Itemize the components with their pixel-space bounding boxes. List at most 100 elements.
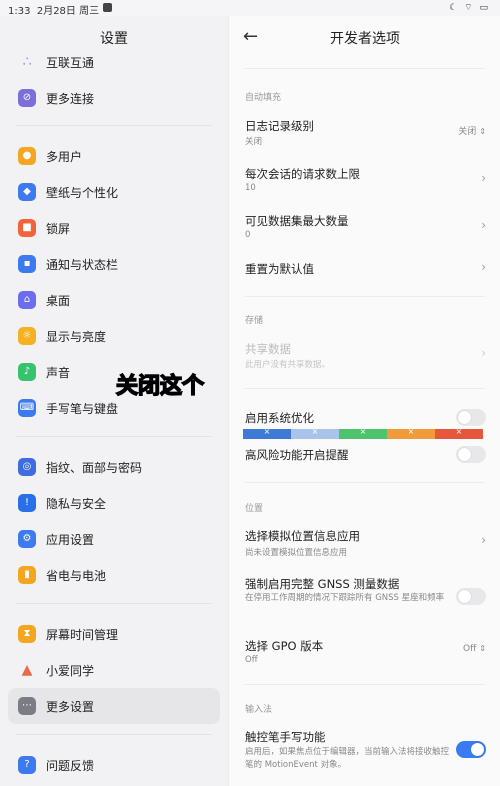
stylus-handwriting-toggle[interactable] xyxy=(456,741,486,758)
color-segment-3: × xyxy=(339,427,387,439)
sidebar-item-battery[interactable]: ▮ 省电与电池 xyxy=(8,557,220,593)
connect-icon: ∴ xyxy=(22,54,32,70)
system-optimization-toggle[interactable] xyxy=(456,409,486,426)
sidebar-item-wallpaper[interactable]: ◆ 壁纸与个性化 xyxy=(8,174,220,210)
sidebar-item-lockscreen[interactable]: ■ 锁屏 xyxy=(8,210,220,246)
sidebar-item-label: 声音 xyxy=(46,366,71,380)
more-icon: ⋯ xyxy=(18,697,36,715)
mock-location-subtitle: 尚未设置模拟位置信息应用 xyxy=(245,548,348,558)
sidebar-item-label: 壁纸与个性化 xyxy=(46,186,119,200)
gnss-subtitle: 在停用工作周期的情况下跟踪所有 GNSS 星座和频率 xyxy=(245,593,445,603)
close-mark-icon: × xyxy=(263,427,271,436)
stylus-handwriting-subtitle: 启用后，如果焦点位于编辑器，当前输入法将接收触控笔的 MotionEvent 对… xyxy=(245,747,450,770)
sidebar-item-label: 锁屏 xyxy=(46,222,71,236)
sidebar-item-label: 隐私与安全 xyxy=(46,497,107,511)
fingerprint-icon: ◎ xyxy=(18,458,36,476)
keyboard-icon: ⌨ xyxy=(18,399,36,417)
sidebar-item-label: 显示与亮度 xyxy=(46,330,107,344)
feedback-icon: ? xyxy=(18,756,36,774)
sidebar-item-feedback[interactable]: ? 问题反馈 xyxy=(8,747,220,783)
section-header-location: 位置 xyxy=(245,504,264,514)
log-level-value[interactable]: 关闭 ⇕ xyxy=(458,124,486,137)
app-notification-icon xyxy=(103,3,112,12)
sidebar-item-label: 屏幕时间管理 xyxy=(46,628,119,642)
sidebar-item-label: 桌面 xyxy=(46,294,71,308)
battery-icon: ▮ xyxy=(18,566,36,584)
chevron-right-icon: › xyxy=(481,218,486,232)
divider xyxy=(245,68,485,69)
chevron-right-icon: › xyxy=(481,260,486,274)
sidebar-item-display[interactable]: ☼ 显示与亮度 xyxy=(8,318,220,354)
gpo-version-value[interactable]: Off ⇕ xyxy=(463,644,486,654)
sidebar-item-more-connections[interactable]: ⊘ 更多连接 xyxy=(8,80,220,116)
log-level-subtitle: 关闭 xyxy=(245,137,263,147)
assistant-icon: ▲ xyxy=(21,662,33,678)
apps-icon: ⚙ xyxy=(18,530,36,548)
sidebar-item-label: 更多连接 xyxy=(46,92,95,106)
log-level-title: 日志记录级别 xyxy=(245,119,314,133)
sound-icon: ♪ xyxy=(18,363,36,381)
updown-icon: ⇕ xyxy=(479,644,486,653)
sidebar-item-label: 问题反馈 xyxy=(46,759,95,773)
high-risk-reminder-title: 高风险功能开启提醒 xyxy=(245,448,349,462)
divider xyxy=(16,436,212,437)
toggle-knob xyxy=(471,743,484,756)
sidebar-item-privacy[interactable]: ! 隐私与安全 xyxy=(8,485,220,521)
status-icons: ☾ ⌔ ▭ xyxy=(449,3,490,13)
sidebar-item-label: 多用户 xyxy=(46,150,83,164)
toggle-knob xyxy=(458,411,471,424)
reset-defaults-title: 重置为默认值 xyxy=(245,262,314,276)
sidebar-item-apps[interactable]: ⚙ 应用设置 xyxy=(8,521,220,557)
home-icon: ⌂ xyxy=(18,291,36,309)
section-header-input-method: 输入法 xyxy=(245,705,273,715)
status-time: 1:33 2月28日 周三 xyxy=(8,6,100,17)
link-icon: ⊘ xyxy=(18,89,36,107)
shared-data-title: 共享数据 xyxy=(245,342,291,356)
sun-icon: ☼ xyxy=(18,327,36,345)
divider xyxy=(245,684,485,685)
high-risk-reminder-toggle[interactable] xyxy=(456,446,486,463)
max-requests-value: 10 xyxy=(245,183,256,193)
palette-icon: ◆ xyxy=(18,183,36,201)
sidebar-item-label: 通知与状态栏 xyxy=(46,258,119,272)
divider xyxy=(245,482,485,483)
divider xyxy=(245,296,485,297)
gpo-version-subtitle: Off xyxy=(245,655,258,665)
stylus-handwriting-title: 触控笔手写功能 xyxy=(245,730,326,744)
chevron-right-icon: › xyxy=(481,171,486,185)
divider xyxy=(16,603,212,604)
sidebar-item-interconnect[interactable]: ∴ 互联互通 xyxy=(8,44,220,80)
close-mark-icon: × xyxy=(407,427,415,436)
page-title: 开发者选项 xyxy=(330,31,400,47)
toggle-knob xyxy=(458,448,471,461)
toggle-knob xyxy=(458,590,471,603)
sidebar-item-notifications[interactable]: ▪ 通知与状态栏 xyxy=(8,246,220,282)
sidebar-item-desktop[interactable]: ⌂ 桌面 xyxy=(8,282,220,318)
chevron-right-icon: › xyxy=(481,346,486,360)
overlay-caption: 关闭这个 xyxy=(115,373,205,400)
sidebar-item-label: 更多设置 xyxy=(46,700,95,714)
divider xyxy=(16,125,212,126)
sidebar-item-label: 小爱同学 xyxy=(46,664,95,678)
sidebar-item-multi-user[interactable]: ● 多用户 xyxy=(8,138,220,174)
settings-sidebar: 设置 ∴ 互联互通 ⊘ 更多连接 ● 多用户 ◆ 壁纸与个性化 ■ 锁屏 ▪ 通… xyxy=(0,16,228,786)
close-mark-icon: × xyxy=(359,427,367,436)
section-header-autofill: 自动填充 xyxy=(245,93,282,103)
color-segment-2: × xyxy=(291,427,339,439)
shield-icon: ! xyxy=(18,494,36,512)
sidebar-item-security-biometrics[interactable]: ◎ 指纹、面部与密码 xyxy=(8,449,220,485)
chevron-right-icon: › xyxy=(481,533,486,547)
sidebar-item-screen-time[interactable]: ⧗ 屏幕时间管理 xyxy=(8,616,220,652)
close-mark-icon: × xyxy=(311,427,319,436)
status-bar: 1:33 2月28日 周三 ☾ ⌔ ▭ xyxy=(0,0,500,17)
gpo-version-title: 选择 GPO 版本 xyxy=(245,639,324,653)
max-datasets-value: 0 xyxy=(245,230,251,240)
hourglass-icon: ⧗ xyxy=(18,625,36,643)
sidebar-item-assistant[interactable]: ▲ 小爱同学 xyxy=(8,652,220,688)
gnss-toggle[interactable] xyxy=(456,588,486,605)
system-optimization-title: 启用系统优化 xyxy=(245,411,314,425)
notification-icon: ▪ xyxy=(18,255,36,273)
lock-icon: ■ xyxy=(18,219,36,237)
color-segment-5: × xyxy=(435,427,483,439)
sidebar-item-more-settings[interactable]: ⋯ 更多设置 xyxy=(8,688,220,724)
